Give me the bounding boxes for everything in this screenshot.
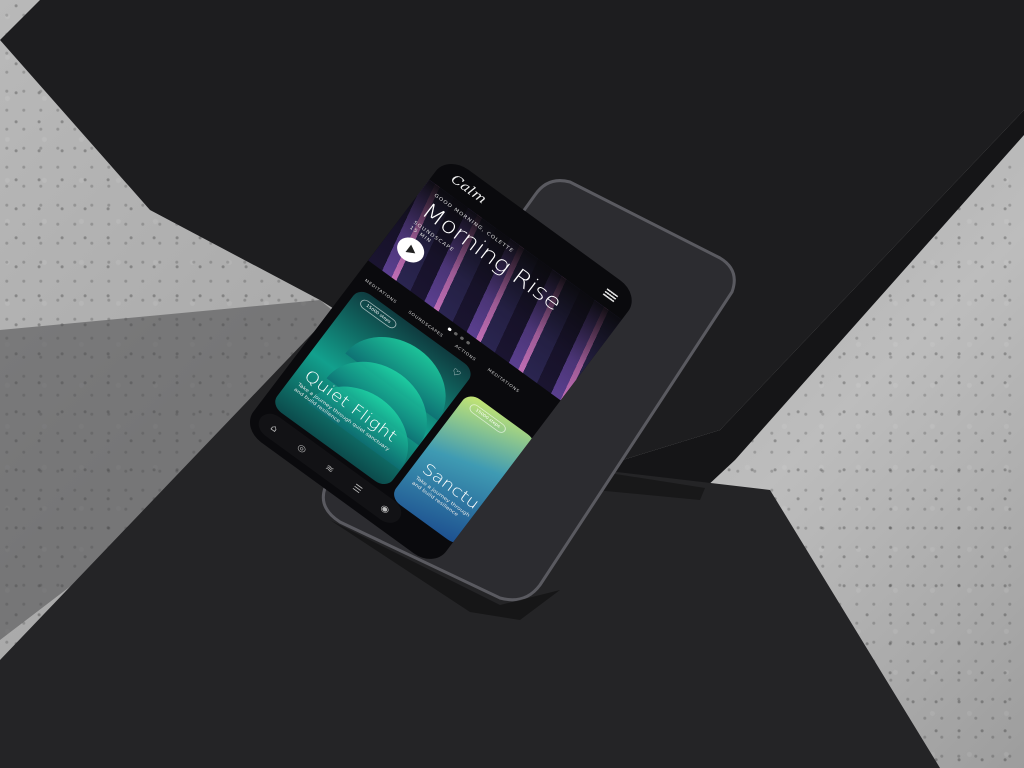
heart-icon[interactable]: ♡	[449, 366, 463, 380]
steps-badge: 15000 steps	[467, 402, 508, 435]
compass-icon[interactable]: ◎	[291, 439, 313, 458]
tab-meditations-2[interactable]: MEDITATIONS	[486, 368, 520, 394]
carousel-dot[interactable]	[465, 340, 471, 346]
play-icon	[405, 244, 419, 258]
sound-wave-icon[interactable]: ≋	[319, 459, 341, 478]
list-icon[interactable]: ☰	[347, 479, 369, 498]
profile-icon[interactable]: ◉	[375, 499, 397, 518]
carousel-dot[interactable]	[453, 331, 459, 337]
hamburger-icon[interactable]	[602, 288, 619, 303]
carousel-dot[interactable]	[459, 335, 465, 341]
carousel-dot-active[interactable]	[447, 326, 453, 332]
photo-scene: Calm GOOD MORNING, COLETTE Morning Rise …	[0, 0, 1024, 768]
home-icon[interactable]: ⌂	[264, 418, 286, 437]
